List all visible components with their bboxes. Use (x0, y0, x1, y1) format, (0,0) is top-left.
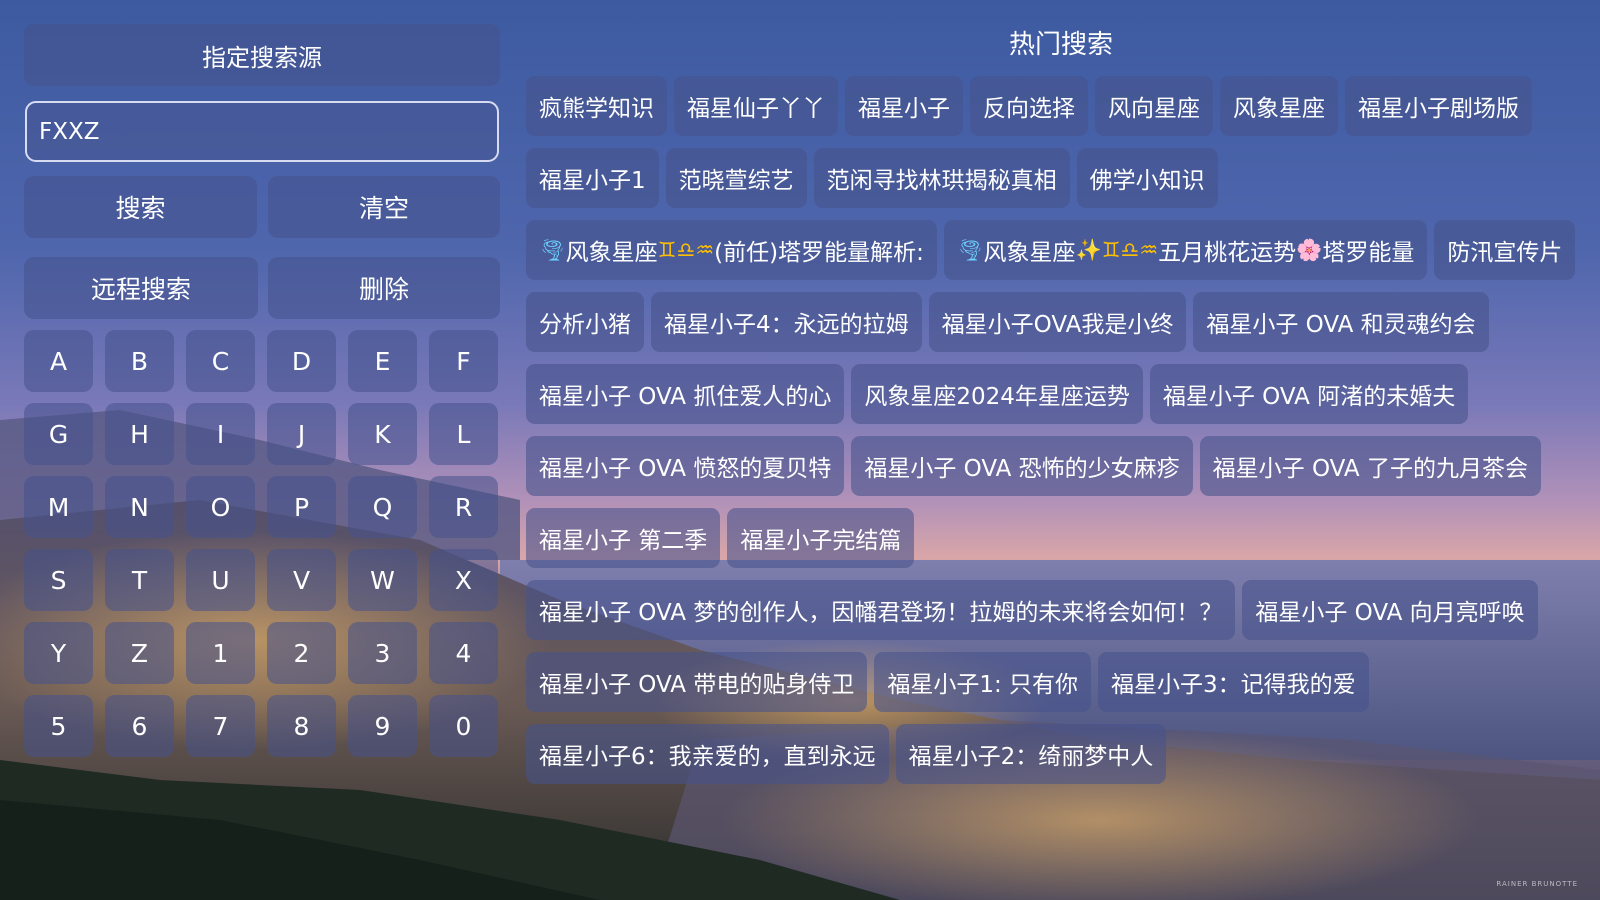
key-b[interactable]: B (105, 330, 174, 392)
hot-search-title: 热门搜索 (1008, 30, 1113, 60)
hot-search-item-text: 风象星座 (565, 240, 658, 266)
hot-search-item[interactable]: 福星小子6：我亲爱的，直到永远 (526, 724, 889, 784)
hot-search-item[interactable]: 福星小子3：记得我的爱 (1098, 652, 1369, 712)
key-g[interactable]: G (24, 403, 93, 465)
hot-search-item[interactable]: 福星小子 第二季 (526, 508, 721, 568)
hot-search-item-text: 五月桃花运势 (1158, 240, 1297, 266)
hot-search-item[interactable]: 福星小子4：永远的拉姆 (651, 292, 922, 352)
hot-search-item[interactable]: 福星小子 OVA 和灵魂约会 (1193, 292, 1489, 352)
specify-search-source-button[interactable]: 指定搜索源 (24, 24, 500, 86)
search-button[interactable]: 搜索 (24, 176, 257, 238)
key-5[interactable]: 5 (24, 695, 93, 757)
hot-search-item-text: 风象星座 (983, 240, 1076, 266)
hot-search-item[interactable]: 范晓萱综艺 (665, 148, 807, 208)
hot-search-item[interactable]: 福星小子 OVA 带电的贴身侍卫 (526, 652, 868, 712)
hot-search-item[interactable]: 🌪 风象星座 ♊ ♎ ♒ (前任)塔罗能量解析: (526, 220, 937, 280)
hot-search-item[interactable]: 分析小猪 (526, 292, 644, 352)
hot-search-item[interactable]: 福星小子 OVA 恐怖的少女麻疹 (851, 436, 1193, 496)
key-j[interactable]: J (267, 403, 336, 465)
search-input[interactable] (25, 101, 499, 162)
cherry-blossom-icon: 🌸 (1296, 237, 1323, 262)
key-e[interactable]: E (348, 330, 417, 392)
key-v[interactable]: V (267, 549, 336, 611)
hot-search-item[interactable]: 福星小子 OVA 阿渚的未婚夫 (1149, 364, 1469, 424)
delete-button[interactable]: 删除 (268, 257, 500, 319)
tornado-icon: 🌪 (539, 237, 566, 262)
key-i[interactable]: I (186, 403, 255, 465)
key-4[interactable]: 4 (429, 622, 498, 684)
hot-search-item[interactable]: 福星小子1: 只有你 (874, 652, 1092, 712)
hot-search-list: 疯熊学知识 福星仙子丫丫 福星小子 反向选择 风向星座 风象星座 福星小子剧场版 福星小子1 范… (526, 76, 1596, 784)
clear-button[interactable]: 清空 (268, 176, 500, 238)
key-o[interactable]: O (186, 476, 255, 538)
key-8[interactable]: 8 (267, 695, 336, 757)
key-3[interactable]: 3 (348, 622, 417, 684)
hot-search-item[interactable]: 福星小子2：绮丽梦中人 (895, 724, 1167, 784)
hot-search-item-text: (前任)塔罗能量解析: (714, 240, 924, 266)
hot-search-item[interactable]: 风象星座2024年星座运势 (851, 364, 1143, 424)
hot-search-item[interactable]: 福星小子 OVA 梦的创作人，因幡君登场！拉姆的未来将会如何！？ (526, 580, 1236, 640)
key-u[interactable]: U (186, 549, 255, 611)
key-r[interactable]: R (429, 476, 498, 538)
key-h[interactable]: H (105, 403, 174, 465)
hot-search-item[interactable]: 福星小子 (845, 76, 963, 136)
key-9[interactable]: 9 (348, 695, 417, 757)
key-w[interactable]: W (348, 549, 417, 611)
key-1[interactable]: 1 (186, 622, 255, 684)
hot-search-item[interactable]: 🌪 风象星座 ✨ ♊ ♎ ♒ 五月桃花运势 🌸 塔罗能量 (943, 220, 1428, 280)
aquarius-icon: ♒ (1139, 238, 1159, 262)
hot-search-item[interactable]: 福星小子剧场版 (1345, 76, 1532, 136)
key-d[interactable]: D (267, 330, 336, 392)
tornado-icon: 🌪 (956, 237, 984, 262)
key-7[interactable]: 7 (186, 695, 255, 757)
hot-search-item[interactable]: 风象星座 (1220, 76, 1338, 136)
libra-icon: ♎ (1120, 238, 1140, 262)
hot-search-item[interactable]: 福星小子1 (526, 148, 659, 208)
hot-search-item[interactable]: 福星小子 OVA 了子的九月茶会 (1199, 436, 1541, 496)
hot-search-item[interactable]: 福星小子OVA我是小终 (928, 292, 1187, 352)
key-y[interactable]: Y (24, 622, 93, 684)
remote-search-button[interactable]: 远程搜索 (24, 257, 258, 319)
gemini-icon: ♊ (1101, 238, 1121, 262)
key-2[interactable]: 2 (267, 622, 336, 684)
key-6[interactable]: 6 (105, 695, 174, 757)
key-s[interactable]: S (24, 549, 93, 611)
key-t[interactable]: T (105, 549, 174, 611)
search-screen: 指定搜索源 搜索 清空 远程搜索 删除 ABCDEF GHIJKL MNOPQR ST… (0, 0, 1600, 900)
key-n[interactable]: N (105, 476, 174, 538)
hot-search-item[interactable]: 疯熊学知识 (526, 76, 667, 136)
hot-search-item[interactable]: 防汛宣传片 (1434, 220, 1576, 280)
hot-search-item[interactable]: 福星小子 OVA 愤怒的夏贝特 (526, 436, 845, 496)
hot-search-item[interactable]: 福星小子 OVA 抓住爱人的心 (526, 364, 845, 424)
key-z[interactable]: Z (105, 622, 174, 684)
key-a[interactable]: A (24, 330, 93, 392)
gemini-icon: ♊ (657, 238, 677, 262)
key-p[interactable]: P (267, 476, 336, 538)
hot-search-item-text: 塔罗能量 (1322, 240, 1415, 266)
hot-search-item[interactable]: 福星小子 OVA 向月亮呼唤 (1242, 580, 1538, 640)
key-x[interactable]: X (429, 549, 498, 611)
key-q[interactable]: Q (348, 476, 417, 538)
hot-search-item[interactable]: 福星仙子丫丫 (674, 76, 838, 136)
sparkles-icon: ✨ (1075, 237, 1102, 262)
key-0[interactable]: 0 (429, 695, 498, 757)
photo-credit-watermark: RAINER BRUNOTTE (1496, 880, 1578, 888)
hot-search-item[interactable]: 范闲寻找林珙揭秘真相 (813, 148, 1070, 208)
hot-search-item[interactable]: 风向星座 (1095, 76, 1213, 136)
key-c[interactable]: C (186, 330, 255, 392)
hot-search-item[interactable]: 福星小子完结篇 (727, 508, 915, 568)
aquarius-icon: ♒ (695, 238, 715, 262)
key-k[interactable]: K (348, 403, 417, 465)
libra-icon: ♎ (676, 238, 696, 262)
key-m[interactable]: M (24, 476, 93, 538)
hot-search-item[interactable]: 反向选择 (970, 76, 1088, 136)
hot-search-item[interactable]: 佛学小知识 (1076, 148, 1218, 208)
key-l[interactable]: L (429, 403, 498, 465)
key-f[interactable]: F (429, 330, 498, 392)
